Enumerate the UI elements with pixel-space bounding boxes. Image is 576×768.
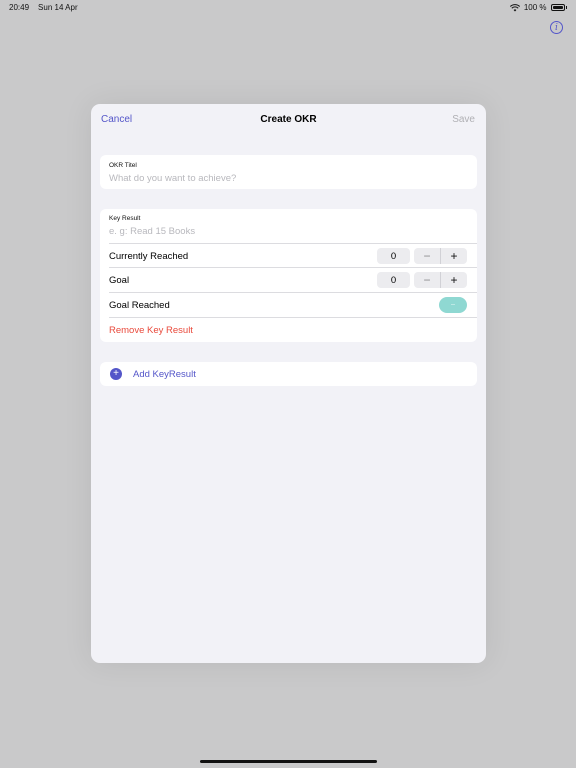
add-key-result-card[interactable]: + Add KeyResult bbox=[100, 362, 477, 386]
key-result-card: Key Result e. g: Read 15 Books Currently… bbox=[100, 209, 477, 342]
okr-title-label: OKR Titel bbox=[109, 162, 137, 169]
currently-reached-value[interactable]: 0 bbox=[377, 248, 410, 264]
status-time: 20:49 bbox=[9, 3, 30, 12]
currently-reached-label: Currently Reached bbox=[109, 251, 189, 262]
save-button[interactable]: Save bbox=[452, 114, 475, 125]
status-date: Sun 14 Apr bbox=[38, 3, 78, 12]
goal-value[interactable]: 0 bbox=[377, 272, 410, 288]
goal-reached-row: Goal Reached -- bbox=[109, 292, 477, 316]
goal-label: Goal bbox=[109, 275, 130, 286]
status-left: 20:49 Sun 14 Apr bbox=[9, 3, 78, 12]
currently-reached-increment-button[interactable]: + bbox=[441, 248, 467, 264]
goal-reached-toggle[interactable]: -- bbox=[439, 297, 467, 313]
goal-reached-label: Goal Reached bbox=[109, 300, 170, 311]
goal-stepper: − + bbox=[414, 272, 467, 288]
currently-reached-decrement-button[interactable]: − bbox=[414, 248, 441, 264]
create-okr-modal: Cancel Create OKR Save OKR Titel What do… bbox=[91, 104, 486, 663]
currently-reached-stepper: − + bbox=[414, 248, 467, 264]
plus-circle-icon[interactable]: + bbox=[110, 368, 122, 380]
goal-increment-button[interactable]: + bbox=[441, 272, 467, 288]
battery-percent: 100 % bbox=[523, 3, 547, 12]
goal-decrement-button[interactable]: − bbox=[414, 272, 441, 288]
modal-nav-bar: Cancel Create OKR Save bbox=[91, 104, 486, 136]
battery-tip bbox=[565, 6, 567, 9]
currently-reached-row: Currently Reached 0 − + bbox=[109, 243, 477, 267]
home-indicator bbox=[200, 760, 377, 763]
wifi-icon bbox=[509, 3, 520, 11]
info-icon[interactable]: i bbox=[550, 21, 563, 34]
goal-row: Goal 0 − + bbox=[109, 267, 477, 291]
status-bar: 20:49 Sun 14 Apr 100 % bbox=[0, 0, 576, 14]
modal-title: Create OKR bbox=[260, 114, 317, 125]
battery-icon bbox=[550, 4, 565, 11]
add-key-result-button[interactable]: Add KeyResult bbox=[133, 369, 196, 380]
key-result-input[interactable]: e. g: Read 15 Books bbox=[109, 226, 195, 237]
key-result-label: Key Result bbox=[109, 215, 141, 222]
remove-key-result-button[interactable]: Remove Key Result bbox=[109, 325, 193, 336]
okr-title-input[interactable]: What do you want to achieve? bbox=[109, 173, 236, 184]
status-right: 100 % bbox=[509, 3, 567, 12]
okr-title-card[interactable]: OKR Titel What do you want to achieve? bbox=[100, 155, 477, 189]
